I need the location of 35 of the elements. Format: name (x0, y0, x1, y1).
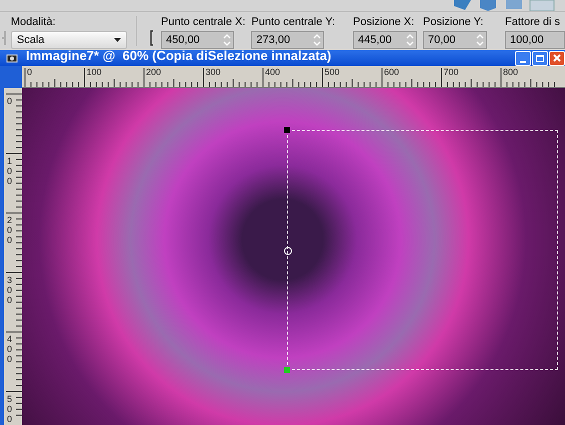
window-title: Immagine7* @ 60% (Copia diSelezione innalzata) (26, 50, 332, 62)
ruler-label: 600 (384, 67, 400, 77)
close-icon (553, 54, 561, 62)
spinner-icon[interactable] (223, 33, 232, 47)
close-button[interactable] (549, 50, 565, 66)
maximize-button[interactable] (532, 50, 548, 66)
rotation-handle[interactable] (284, 247, 292, 255)
ruler-label: 200 (146, 67, 162, 77)
number-field[interactable]: 273,00 (251, 31, 324, 49)
ruler-label: 300 (206, 67, 221, 77)
spinner-icon[interactable] (476, 33, 484, 47)
camera-icon (6, 53, 18, 63)
ruler-label: 700 (444, 67, 459, 77)
ruler-label: 800 (503, 67, 518, 77)
field-label: Punto centrale X: (161, 15, 246, 29)
ruler-label: 100 (86, 67, 102, 77)
ruler-label: 500 (324, 67, 340, 77)
field-label: Punto centrale Y: (251, 15, 336, 29)
field-label: Posizione Y: (423, 15, 484, 29)
caret-icon (114, 38, 121, 42)
corner-handle[interactable] (284, 367, 290, 373)
mode-dropdown[interactable]: Scala (10, 31, 127, 49)
ruler-label: 0 (27, 67, 32, 77)
number-field[interactable]: 70,00 (423, 31, 488, 49)
number-field[interactable]: 450,00 (161, 31, 234, 49)
corner-handle[interactable] (284, 127, 290, 133)
field-label: Fattore di s (505, 15, 562, 29)
spinner-icon[interactable] (406, 33, 414, 47)
number-field[interactable]: 100,00 (505, 31, 565, 49)
spinner-icon[interactable] (313, 33, 322, 47)
number-field[interactable]: 445,00 (353, 31, 418, 49)
mode-label: Modalità: (10, 15, 57, 29)
ruler-label: 400 (265, 67, 280, 77)
field-label: Posizione X: (353, 15, 416, 29)
minimize-button[interactable] (515, 50, 531, 66)
